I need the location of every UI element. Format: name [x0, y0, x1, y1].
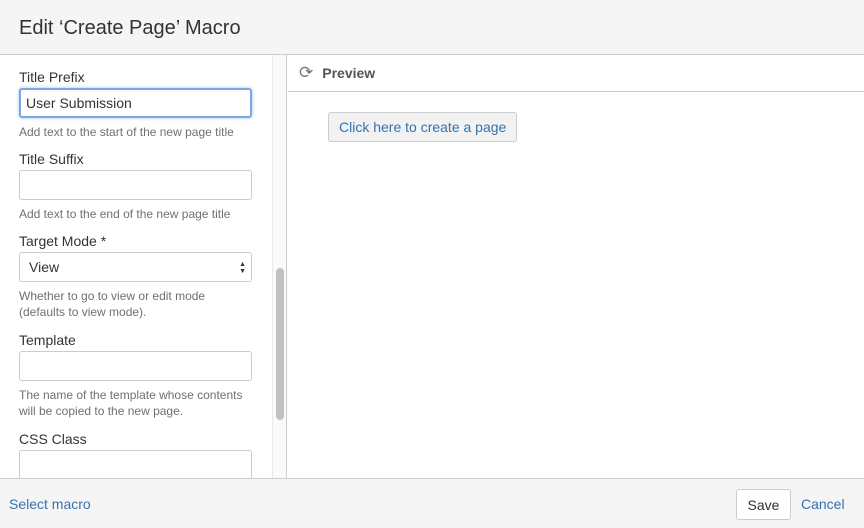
- title-suffix-label: Title Suffix: [19, 151, 84, 167]
- title-suffix-help: Add text to the end of the new page titl…: [19, 207, 231, 221]
- title-prefix-field: Title Prefix Add text to the start of th…: [19, 69, 252, 140]
- form-scrollbar[interactable]: [272, 55, 287, 478]
- title-suffix-input[interactable]: [19, 170, 252, 200]
- title-prefix-help: Add text to the start of the new page ti…: [19, 125, 234, 139]
- dialog-header: Edit ‘Create Page’ Macro: [0, 0, 864, 55]
- preview-header: ⟳ Preview: [288, 55, 864, 92]
- template-input[interactable]: [19, 351, 252, 381]
- refresh-icon[interactable]: ⟳: [299, 63, 313, 83]
- target-mode-select[interactable]: View ▲ ▼: [19, 252, 252, 282]
- scrollbar-thumb[interactable]: [276, 268, 284, 420]
- macro-form: Title Prefix Add text to the start of th…: [0, 55, 272, 478]
- cancel-link[interactable]: Cancel: [801, 496, 845, 512]
- target-mode-help: Whether to go to view or edit mode (defau…: [19, 288, 252, 320]
- title-suffix-field: Title Suffix Add text to the end of the …: [19, 151, 252, 222]
- preview-title: Preview: [322, 65, 376, 81]
- help-line: will be copied to the new page.: [19, 404, 184, 418]
- title-prefix-label: Title Prefix: [19, 69, 85, 85]
- help-line: The name of the template whose contents: [19, 388, 243, 402]
- title-prefix-input[interactable]: [19, 88, 252, 118]
- template-field: Template The name of the template whose …: [19, 332, 252, 419]
- dialog-footer: Select macro Save Cancel: [0, 478, 864, 528]
- css-class-input[interactable]: [19, 450, 252, 478]
- help-line: Whether to go to view or edit mode: [19, 289, 206, 303]
- template-label: Template: [19, 332, 76, 348]
- dialog-title: Edit ‘Create Page’ Macro: [19, 17, 241, 39]
- css-class-field: CSS Class: [19, 431, 252, 478]
- target-mode-field: Target Mode * View ▲ ▼ Whether to go to v…: [19, 233, 252, 320]
- template-help: The name of the template whose contents w…: [19, 387, 252, 419]
- target-mode-label: Target Mode *: [19, 233, 107, 249]
- save-button[interactable]: Save: [736, 489, 791, 520]
- css-class-label: CSS Class: [19, 431, 87, 447]
- target-mode-value: View: [29, 259, 60, 275]
- help-line: (defaults to view mode).: [19, 305, 147, 319]
- select-macro-link[interactable]: Select macro: [9, 496, 91, 512]
- create-page-button[interactable]: Click here to create a page: [328, 112, 518, 142]
- preview-panel: ⟳ Preview Click here to create a page: [288, 55, 864, 478]
- select-arrows-icon: ▲ ▼: [239, 261, 246, 275]
